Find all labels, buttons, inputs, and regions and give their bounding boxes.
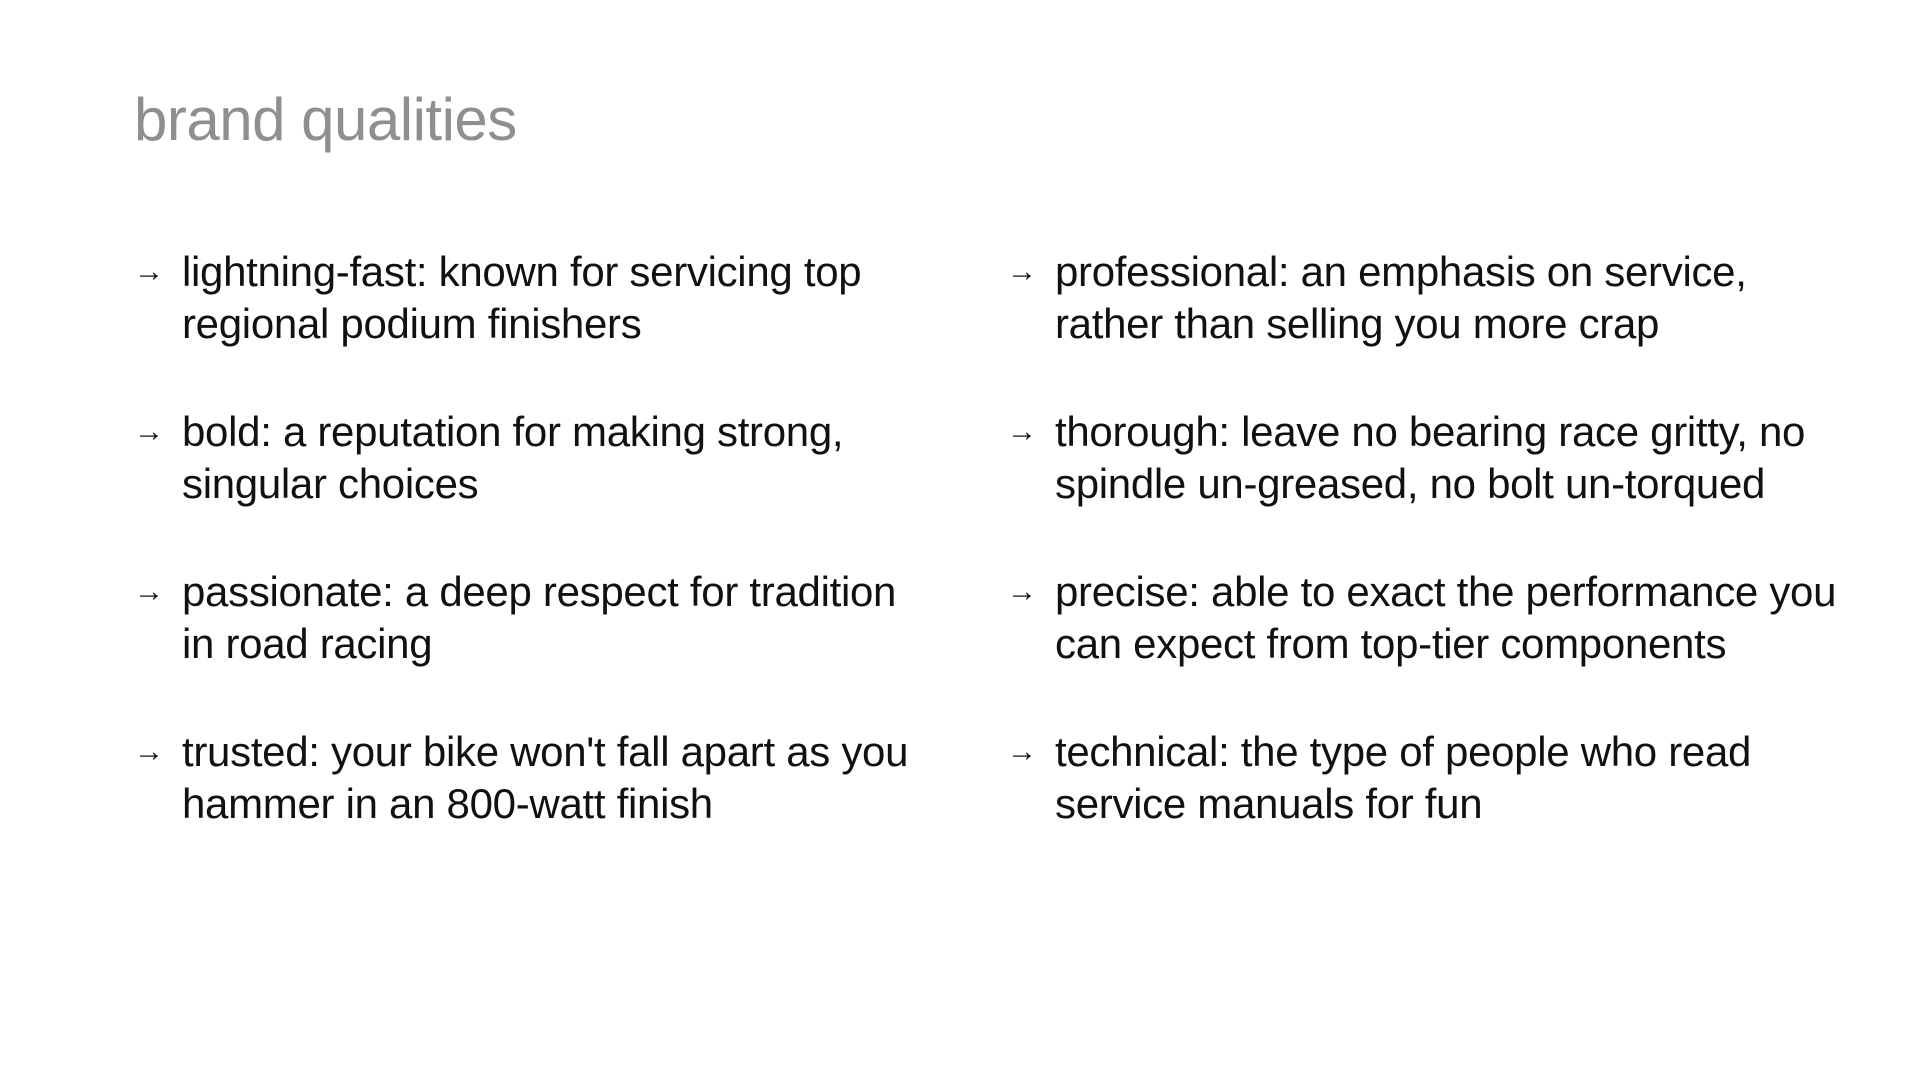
quality-text: technical: the type of people who read s…: [1055, 728, 1752, 827]
quality-text: trusted: your bike won't fall apart as y…: [182, 728, 909, 827]
list-item: → bold: a reputation for making strong, …: [134, 406, 934, 510]
arrow-right-icon: →: [134, 255, 164, 288]
slide-title: brand qualities: [134, 86, 517, 153]
qualities-list-right: → professional: an emphasis on service, …: [1007, 246, 1837, 886]
list-item: → precise: able to exact the performance…: [1007, 566, 1837, 670]
quality-text: lightning-fast: known for servicing top …: [182, 248, 862, 347]
list-item: → trusted: your bike won't fall apart as…: [134, 726, 934, 830]
qualities-list-left: → lightning-fast: known for servicing to…: [134, 246, 934, 886]
quality-text: professional: an emphasis on service, ra…: [1055, 248, 1747, 347]
list-item: → professional: an emphasis on service, …: [1007, 246, 1837, 350]
quality-text: passionate: a deep respect for tradition…: [182, 568, 897, 667]
quality-text: bold: a reputation for making strong, si…: [182, 408, 844, 507]
list-item: → passionate: a deep respect for traditi…: [134, 566, 934, 670]
arrow-right-icon: →: [1007, 415, 1037, 448]
list-item: → thorough: leave no bearing race gritty…: [1007, 406, 1837, 510]
list-item: → lightning-fast: known for servicing to…: [134, 246, 934, 350]
arrow-right-icon: →: [1007, 255, 1037, 288]
arrow-right-icon: →: [134, 415, 164, 448]
quality-text: thorough: leave no bearing race gritty, …: [1055, 408, 1806, 507]
arrow-right-icon: →: [1007, 735, 1037, 768]
list-item: → technical: the type of people who read…: [1007, 726, 1837, 830]
arrow-right-icon: →: [134, 575, 164, 608]
slide: brand qualities → lightning-fast: known …: [0, 0, 1920, 1080]
arrow-right-icon: →: [1007, 575, 1037, 608]
arrow-right-icon: →: [134, 735, 164, 768]
quality-text: precise: able to exact the performance y…: [1055, 568, 1837, 667]
